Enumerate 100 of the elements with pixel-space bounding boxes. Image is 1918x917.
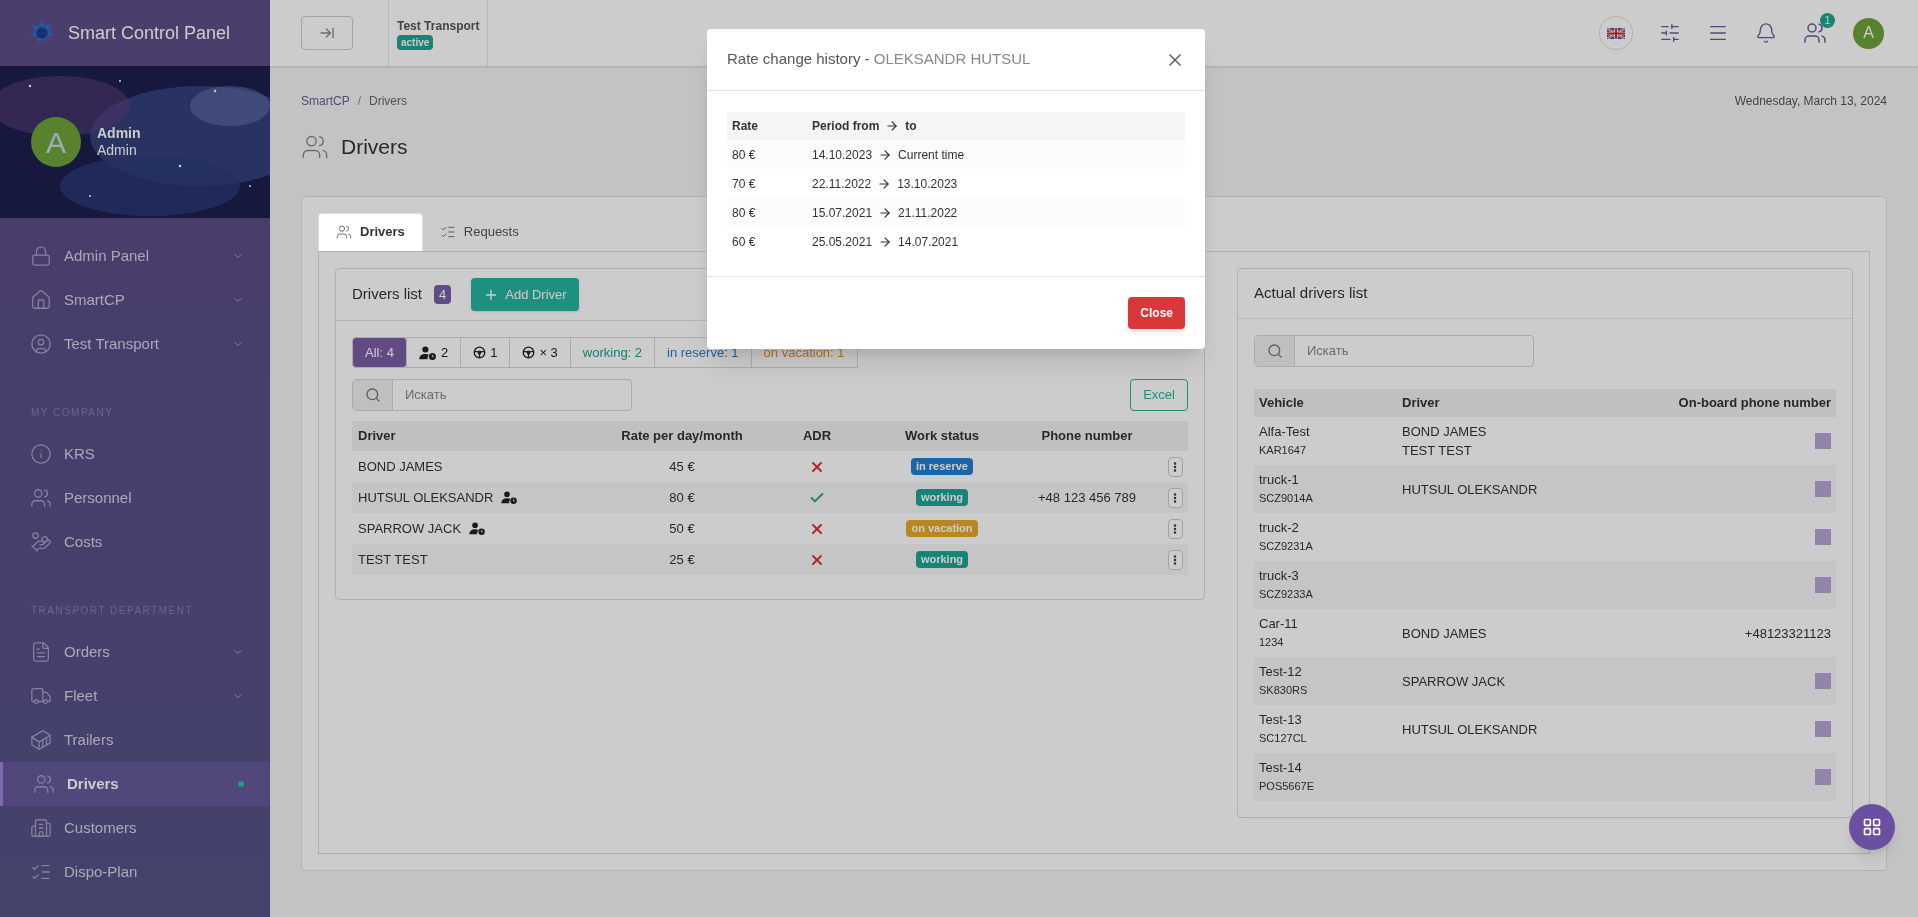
phone-number: +48 123 456 789: [1038, 489, 1136, 505]
column-header: Driver: [357, 427, 397, 446]
plate-number: SCZ9014A: [1259, 491, 1314, 506]
vehicle-name: truck-3: [1259, 567, 1300, 585]
rate-cell-text: 80 €: [669, 488, 695, 507]
nav-item[interactable]: Test Transport: [0, 322, 270, 366]
bell-icon[interactable]: [1755, 22, 1777, 44]
tab[interactable]: Requests: [422, 213, 536, 251]
filter-tab[interactable]: 2: [405, 337, 462, 368]
driver-name: HUTSUL OLEKSANDR: [1402, 480, 1539, 499]
add-driver-button[interactable]: Add Driver: [471, 278, 579, 311]
plate-number: SC127CL: [1259, 731, 1308, 746]
plate-number: SCZ9233A: [1259, 587, 1314, 602]
date-to: 21.11.2022: [898, 204, 958, 222]
driver-name: BOND JAMES: [358, 457, 443, 476]
nav-item[interactable]: Personnel: [0, 476, 270, 520]
search-icon: [1266, 343, 1283, 359]
phone-number: +48123321123: [1744, 626, 1831, 641]
status-badge: active: [397, 34, 434, 50]
vehicle-name: Car-11: [1259, 615, 1299, 633]
plate-number: POS5667E: [1259, 779, 1316, 794]
nav-item[interactable]: Admin Panel: [0, 234, 270, 278]
checklist-icon: [439, 224, 456, 240]
more-button[interactable]: [1167, 456, 1183, 477]
filter-tab[interactable]: working: 2: [569, 337, 656, 368]
phone-placeholder: [1815, 673, 1831, 689]
steering-wheel-icon: [473, 346, 487, 359]
vehicle-name: truck-1: [1259, 471, 1300, 489]
plate-number: SK830RS: [1259, 683, 1309, 698]
vehicle-name: Alfa-Test: [1259, 423, 1311, 441]
driver-name: BOND JAMES: [1402, 423, 1488, 441]
nav-item[interactable]: KRS: [0, 432, 270, 476]
people-icon: [33, 773, 55, 795]
nav-item[interactable]: Fleet: [0, 674, 270, 718]
driver-name: SPARROW JACK: [358, 519, 462, 538]
flag-icon: [1607, 27, 1625, 39]
date-to: 14.07.2021: [898, 233, 959, 251]
people-icon[interactable]: [1803, 21, 1827, 45]
column-header: Rate: [732, 118, 759, 135]
user-avatar[interactable]: A: [1853, 17, 1884, 49]
status-badge: working: [915, 489, 969, 506]
arrow-icon: [877, 176, 892, 191]
nav-item[interactable]: Costs: [0, 520, 270, 564]
filter-tab[interactable]: 1: [460, 337, 511, 368]
count-badge: 4: [434, 284, 452, 305]
trailer-icon: [30, 729, 52, 751]
status-badge: working: [915, 551, 969, 568]
company-name: Test Transport: [397, 17, 479, 35]
person-clock-icon: [469, 522, 487, 535]
date-from: 25.05.2021: [812, 233, 873, 251]
search-input[interactable]: Искать: [1295, 336, 1533, 366]
rate-cell-text: 70 €: [732, 175, 757, 193]
plate-number: KAR1647: [1259, 443, 1308, 458]
building-icon: [30, 817, 52, 839]
search-field[interactable]: Искать: [352, 379, 632, 411]
sliders-icon[interactable]: [1659, 22, 1681, 44]
rate-cell-text: 25 €: [669, 550, 695, 569]
search-field[interactable]: Искать: [1254, 335, 1534, 367]
nav-item[interactable]: Orders: [0, 630, 270, 674]
driver-name: HUTSUL OLEKSANDR: [1402, 720, 1539, 739]
nav-item[interactable]: Trailers: [0, 718, 270, 762]
date-from: 15.07.2021: [812, 204, 873, 222]
filter-tab[interactable]: All: 4: [352, 337, 407, 368]
rate-cell-text: 50 €: [669, 519, 695, 538]
nav-item[interactable]: Drivers: [0, 762, 270, 806]
brand-name: Smart Control Panel: [68, 21, 231, 45]
date-to: 13.10.2023: [897, 175, 958, 193]
status-badge: in reserve: [911, 458, 973, 475]
vehicle-name: Test-14: [1259, 759, 1303, 777]
arrow-icon: [878, 234, 893, 249]
nav-item[interactable]: SmartCP: [0, 278, 270, 322]
date-from: 22.11.2022: [812, 175, 872, 193]
current-date: Wednesday, March 13, 2024: [1734, 93, 1887, 110]
phone-placeholder: [1815, 529, 1831, 545]
breadcrumb-link[interactable]: SmartCP: [301, 92, 350, 110]
user-circle-icon: [30, 333, 52, 355]
rate-cell-text: 60 €: [732, 233, 757, 251]
more-button[interactable]: [1167, 549, 1183, 570]
grid-icon: [1862, 817, 1882, 837]
rate-cell-text: 80 €: [732, 204, 757, 222]
nav-item[interactable]: Customers: [0, 806, 270, 850]
user-name: Admin: [97, 124, 141, 142]
truck-icon: [30, 685, 52, 707]
more-button[interactable]: [1167, 518, 1183, 539]
column-header: On-board phone number: [1678, 394, 1831, 413]
user-role: Admin: [97, 142, 138, 160]
filter-tab[interactable]: × 3: [509, 337, 571, 368]
phone-placeholder: [1815, 721, 1831, 737]
excel-button[interactable]: Excel: [1130, 379, 1188, 411]
close-dialog-button[interactable]: Close: [1128, 297, 1185, 329]
nav-item[interactable]: Dispo-Plan: [0, 850, 270, 894]
more-button[interactable]: [1167, 487, 1183, 508]
arrow-icon: [885, 119, 900, 133]
column-header: Driver: [1402, 394, 1441, 413]
steering-wheel-icon: [522, 346, 536, 359]
column-header: Work status: [904, 427, 980, 446]
tab[interactable]: Drivers: [318, 213, 423, 251]
search-input[interactable]: Искать: [393, 380, 631, 410]
arrow-icon: [878, 205, 893, 220]
rate-cell-text: 80 €: [732, 146, 757, 164]
